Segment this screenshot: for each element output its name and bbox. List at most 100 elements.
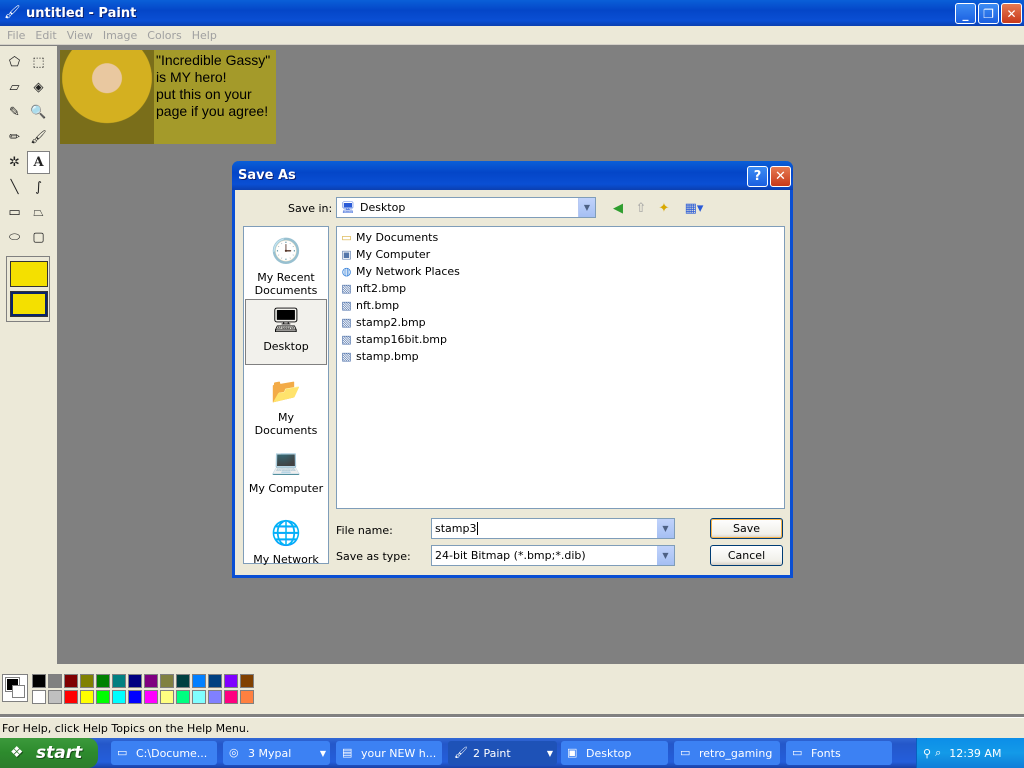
color-swatch[interactable]	[160, 690, 174, 704]
color-swatch[interactable]	[128, 690, 142, 704]
polygon-icon[interactable]: ⏢	[27, 201, 50, 224]
start-button[interactable]: ❖ start	[0, 738, 98, 768]
color-swatch[interactable]	[192, 690, 206, 704]
color-swatch[interactable]	[96, 690, 110, 704]
save-as-type-dropdown[interactable]: 24-bit Bitmap (*.bmp;*.dib) ▼	[431, 545, 675, 566]
place-my-documents[interactable]: 📂 My Documents	[245, 371, 327, 437]
taskbar-item[interactable]: ▭ retro_gaming	[674, 741, 780, 765]
views-menu-icon[interactable]: ▦▾	[681, 199, 707, 217]
list-item[interactable]: ▧ stamp.bmp	[337, 348, 784, 365]
taskbar-item-active[interactable]: 🖌 2 Paint ▼	[448, 741, 557, 765]
place-my-computer[interactable]: 💻 My Computer	[245, 442, 327, 508]
transparent-background-option[interactable]	[10, 291, 48, 317]
list-item[interactable]: ▧ stamp16bit.bmp	[337, 331, 784, 348]
up-folder-icon[interactable]: ⇧	[632, 199, 650, 217]
menu-edit[interactable]: Edit	[30, 29, 61, 42]
chevron-down-icon[interactable]: ▼	[657, 519, 674, 538]
list-item[interactable]: ▧ nft.bmp	[337, 297, 784, 314]
color-swatch[interactable]	[176, 690, 190, 704]
color-swatch[interactable]	[208, 674, 222, 688]
back-icon[interactable]: ◀	[609, 199, 627, 217]
rectangle-icon[interactable]: ▭	[3, 201, 26, 224]
ellipse-icon[interactable]: ⬭	[3, 226, 26, 249]
list-item[interactable]: ◍ My Network Places	[337, 263, 784, 280]
list-item[interactable]: ▧ nft2.bmp	[337, 280, 784, 297]
color-picker-icon[interactable]: ✎	[3, 101, 26, 124]
save-as-type-label: Save as type:	[336, 550, 411, 563]
magnifier-icon[interactable]: 🔍	[27, 101, 50, 124]
color-swatch[interactable]	[176, 674, 190, 688]
chevron-down-icon[interactable]: ▼	[657, 546, 674, 565]
color-swatch[interactable]	[32, 690, 46, 704]
new-folder-icon[interactable]: ✦	[655, 199, 673, 217]
title-bar: 🖌 untitled - Paint _ ❐ ✕	[0, 0, 1024, 26]
save-button[interactable]: Save	[710, 518, 783, 539]
cancel-button[interactable]: Cancel	[710, 545, 783, 566]
color-swatch[interactable]	[240, 674, 254, 688]
file-name-field[interactable]: stamp3 ▼	[431, 518, 675, 539]
dialog-help-button[interactable]: ?	[747, 166, 768, 187]
color-swatch[interactable]	[224, 674, 238, 688]
rect-select-icon[interactable]: ⬚	[27, 51, 50, 74]
rounded-rect-icon[interactable]: ▢	[27, 226, 50, 249]
color-swatch[interactable]	[144, 674, 158, 688]
search-tray-icon[interactable]: ⌕	[935, 746, 941, 760]
color-swatch[interactable]	[112, 674, 126, 688]
chevron-down-icon[interactable]: ▼	[578, 198, 595, 217]
minimize-button[interactable]: _	[955, 3, 976, 24]
free-form-select-icon[interactable]: ⬠	[3, 51, 26, 74]
color-swatch[interactable]	[192, 674, 206, 688]
brush-icon[interactable]: 🖌	[27, 126, 50, 149]
paint-app-icon[interactable]: 🖌	[4, 5, 21, 21]
menu-colors[interactable]: Colors	[142, 29, 186, 42]
close-button[interactable]: ✕	[1001, 3, 1022, 24]
text-tool-icon[interactable]: A	[27, 151, 50, 174]
color-swatch[interactable]	[144, 690, 158, 704]
color-swatch[interactable]	[80, 690, 94, 704]
color-swatch[interactable]	[208, 690, 222, 704]
pencil-icon[interactable]: ✏	[3, 126, 26, 149]
canvas-text: "Incredible Gassy" is MY hero! put this …	[156, 52, 270, 120]
color-swatch[interactable]	[64, 690, 78, 704]
opaque-background-option[interactable]	[10, 261, 48, 287]
curve-icon[interactable]: ∫	[27, 176, 50, 199]
color-swatch[interactable]	[224, 690, 238, 704]
color-swatch[interactable]	[48, 690, 62, 704]
color-swatch[interactable]	[32, 674, 46, 688]
color-swatch[interactable]	[80, 674, 94, 688]
place-desktop[interactable]: 🖥 Desktop	[245, 299, 327, 365]
taskbar-item[interactable]: ▣ Desktop	[561, 741, 668, 765]
color-swatch[interactable]	[48, 674, 62, 688]
airbrush-icon[interactable]: ✲	[3, 151, 26, 174]
place-label: My Computer	[248, 482, 324, 495]
line-icon[interactable]: ╲	[3, 176, 26, 199]
taskbar-item[interactable]: ◎ 3 Mypal ▼	[223, 741, 330, 765]
list-item[interactable]: ▣ My Computer	[337, 246, 784, 263]
color-swatch[interactable]	[96, 674, 110, 688]
menu-file[interactable]: File	[2, 29, 30, 42]
taskbar-item[interactable]: ▭ C:\Docume...	[111, 741, 217, 765]
place-my-network[interactable]: 🌐 My Network	[245, 513, 327, 566]
taskbar-item[interactable]: ▤ your NEW h...	[336, 741, 442, 765]
menu-view[interactable]: View	[62, 29, 98, 42]
place-recent-documents[interactable]: 🕒 My Recent Documents	[245, 231, 327, 297]
list-item[interactable]: ▧ stamp2.bmp	[337, 314, 784, 331]
fill-bucket-icon[interactable]: ◈	[27, 76, 50, 99]
taskbar-item[interactable]: ▭ Fonts	[786, 741, 892, 765]
menu-help[interactable]: Help	[187, 29, 222, 42]
list-item[interactable]: ▭ My Documents	[337, 229, 784, 246]
network-tray-icon[interactable]: ⚲	[923, 747, 931, 760]
canvas-image[interactable]: "Incredible Gassy" is MY hero! put this …	[60, 50, 276, 144]
menu-image[interactable]: Image	[98, 29, 142, 42]
eraser-icon[interactable]: ▱	[3, 76, 26, 99]
color-swatch[interactable]	[112, 690, 126, 704]
color-swatch[interactable]	[64, 674, 78, 688]
color-swatch[interactable]	[240, 690, 254, 704]
color-swatch[interactable]	[160, 674, 174, 688]
maximize-button[interactable]: ❐	[978, 3, 999, 24]
color-swatch[interactable]	[128, 674, 142, 688]
bitmap-file-icon: ▧	[341, 299, 352, 312]
save-in-dropdown[interactable]: 🖥 Desktop ▼	[336, 197, 596, 218]
file-list[interactable]: ▭ My Documents ▣ My Computer ◍ My Network P…	[336, 226, 785, 509]
dialog-close-button[interactable]: ✕	[770, 166, 791, 187]
